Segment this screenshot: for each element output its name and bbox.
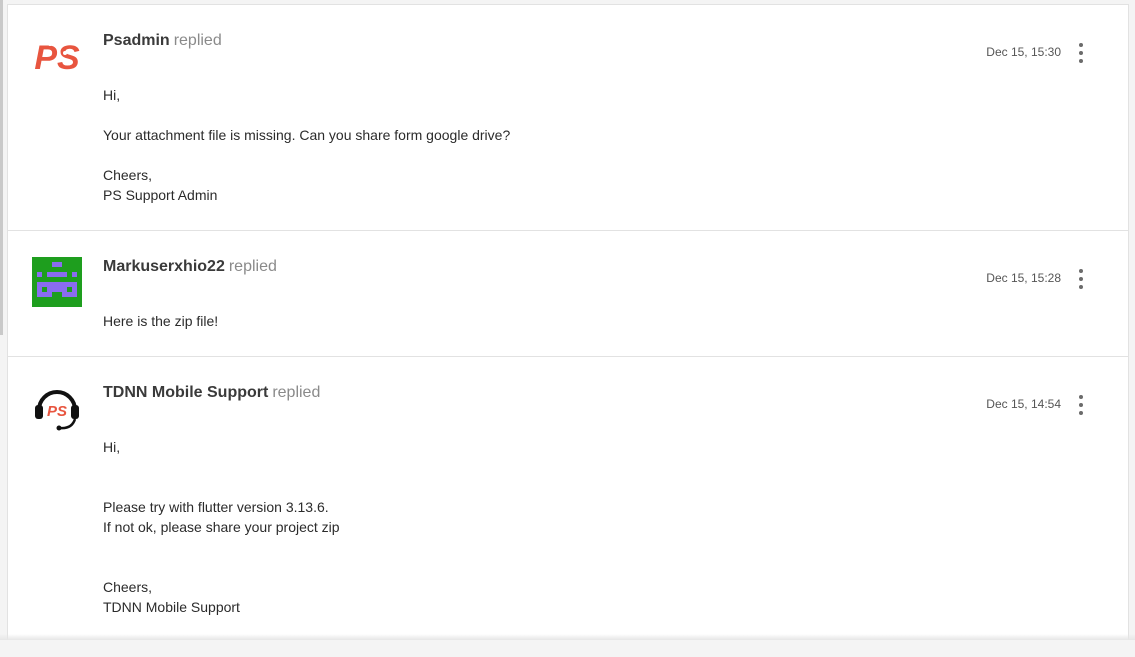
body-line: Here is the zip file! bbox=[103, 311, 218, 331]
body-line: Cheers, bbox=[103, 165, 510, 185]
reply-body: Hi, Please try with flutter version 3.13… bbox=[103, 437, 340, 617]
body-line: Your attachment file is missing. Can you… bbox=[103, 125, 510, 145]
support-headset-icon: PS bbox=[32, 383, 82, 433]
reply-timestamp: Dec 15, 14:54 bbox=[986, 397, 1061, 411]
body-line bbox=[103, 537, 340, 557]
reply-thread: PS Psadminreplied Dec 15, 15:30 Hi, Your… bbox=[7, 4, 1129, 640]
body-line: Hi, bbox=[103, 85, 510, 105]
svg-text:PS: PS bbox=[47, 403, 67, 420]
reply-timestamp: Dec 15, 15:28 bbox=[986, 271, 1061, 285]
more-vertical-icon[interactable] bbox=[1076, 269, 1086, 289]
reply-item: PS Psadminreplied Dec 15, 15:30 Hi, Your… bbox=[8, 5, 1128, 231]
reply-header: TDNN Mobile Supportreplied bbox=[103, 384, 320, 402]
body-line: If not ok, please share your project zip bbox=[103, 517, 340, 537]
reply-body: Here is the zip file! bbox=[103, 311, 218, 331]
reply-action-label: replied bbox=[229, 258, 277, 275]
reply-header: Markuserxhio22replied bbox=[103, 258, 277, 276]
reply-body: Hi, Your attachment file is missing. Can… bbox=[103, 85, 510, 205]
author-name[interactable]: TDNN Mobile Support bbox=[103, 384, 268, 401]
svg-text:PS: PS bbox=[34, 39, 80, 77]
pixel-identicon bbox=[32, 257, 82, 307]
ps-logo-icon: PS bbox=[32, 31, 82, 81]
reply-timestamp: Dec 15, 15:30 bbox=[986, 45, 1061, 59]
body-line bbox=[103, 557, 340, 577]
reply-item: Markuserxhio22replied Dec 15, 15:28 Here… bbox=[8, 231, 1128, 357]
reply-action-label: replied bbox=[174, 32, 222, 49]
body-line: PS Support Admin bbox=[103, 185, 510, 205]
reply-header: Psadminreplied bbox=[103, 32, 222, 50]
bottom-fade bbox=[0, 634, 1135, 640]
body-line: Cheers, bbox=[103, 577, 340, 597]
reply-action-label: replied bbox=[272, 384, 320, 401]
author-name[interactable]: Psadmin bbox=[103, 32, 170, 49]
body-line bbox=[103, 457, 340, 477]
body-line: TDNN Mobile Support bbox=[103, 597, 340, 617]
page-scroll-rail bbox=[0, 0, 3, 335]
more-vertical-icon[interactable] bbox=[1076, 395, 1086, 415]
body-line: Hi, bbox=[103, 437, 340, 457]
author-name[interactable]: Markuserxhio22 bbox=[103, 258, 225, 275]
reply-item: PS TDNN Mobile Supportreplied Dec 15, 14… bbox=[8, 357, 1128, 657]
more-vertical-icon[interactable] bbox=[1076, 43, 1086, 63]
body-line bbox=[103, 477, 340, 497]
body-line bbox=[103, 145, 510, 165]
body-line bbox=[103, 105, 510, 125]
body-line: Please try with flutter version 3.13.6. bbox=[103, 497, 340, 517]
